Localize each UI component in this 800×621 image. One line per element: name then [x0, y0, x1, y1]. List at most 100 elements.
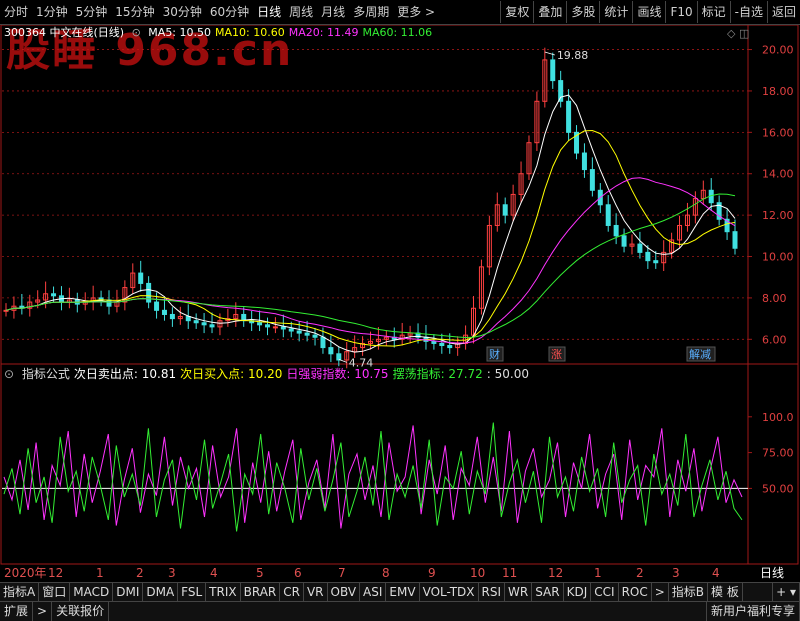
candle-body [605, 204, 611, 226]
indicator-tab[interactable]: OBV [328, 583, 361, 601]
toolbar-button[interactable]: 统计 [599, 1, 632, 23]
status-button[interactable]: 扩展 [0, 602, 34, 621]
indicator-tab[interactable]: RSI [479, 583, 506, 601]
dropdown-icon[interactable]: ⊙ [132, 26, 141, 39]
price-tick-label: 16.00 [762, 126, 794, 139]
candle-body [106, 299, 112, 307]
indicator-tab[interactable]: 窗口 [39, 583, 71, 601]
indicator-tick-label: 75.00 [762, 447, 794, 460]
candle-body [272, 326, 278, 329]
indicator-legend-item: 摆荡指标: 27.72 [392, 367, 483, 381]
event-marker-label: 涨 [551, 348, 562, 361]
indicator-tab[interactable]: SAR [532, 583, 564, 601]
price-tick-label: 6.00 [762, 333, 787, 346]
date-label: 9 [428, 566, 436, 580]
date-label: 11 [502, 566, 518, 580]
indicator-tab[interactable]: BRAR [241, 583, 281, 601]
top-toolbar: 分时 1分钟 5分钟 15分钟 30分钟 60分钟 日线 周线 月线 多周期 更多 > 复权 叠加 多股… [0, 0, 800, 25]
date-label: 4 [210, 566, 218, 580]
candle-body [154, 301, 160, 311]
ma60-line [5, 193, 736, 339]
indicator-tab[interactable]: 指标B [669, 583, 709, 601]
date-label: 1 [96, 566, 104, 580]
indicator-legend-item: 次日卖出点: 10.81 [73, 367, 177, 381]
toolbar-button[interactable]: 多股 [566, 1, 599, 23]
toolbar-button[interactable]: 返回 [766, 1, 800, 23]
indicator-tab[interactable]: > [652, 583, 669, 601]
candle-body [645, 251, 651, 262]
candle-body [161, 309, 167, 315]
promo-link[interactable]: 新用户福利专享 [705, 602, 800, 621]
toolbar-button[interactable]: 叠加 [533, 1, 566, 23]
price-tick-label: 10.00 [762, 251, 794, 264]
candle-body [637, 243, 643, 253]
date-label: 6 [294, 566, 302, 580]
period-tab[interactable]: 分时 [0, 0, 32, 24]
indicator-tab[interactable]: DMA [143, 583, 179, 601]
period-tab[interactable]: 多周期 [349, 0, 393, 24]
ma-legend-item: MA60: 11.06 [362, 26, 433, 39]
indicator-tab[interactable]: DMI [113, 583, 144, 601]
period-right-label[interactable]: 日线 [760, 566, 784, 581]
candle-body [589, 169, 595, 191]
toolbar-button[interactable]: 标记 [696, 1, 730, 23]
stock-title: 300364 中文在线(日线) [4, 26, 125, 39]
status-button[interactable]: 关联报价 [52, 602, 110, 621]
candle-body [653, 260, 659, 264]
high-pointer [544, 51, 555, 56]
candle-body [328, 347, 334, 355]
period-tab[interactable]: 更多 > [393, 0, 439, 24]
price-tick-label: 12.00 [762, 209, 794, 222]
status-button[interactable]: > [33, 602, 53, 621]
chart-settings-icon[interactable]: ◇ ◫ [727, 27, 749, 40]
toolbar-button[interactable]: F10 [665, 1, 696, 23]
period-tab[interactable]: 月线 [317, 0, 349, 24]
candle-body [201, 322, 207, 326]
ma20-line [5, 177, 736, 344]
candle-body [169, 313, 175, 320]
period-tab[interactable]: 周线 [285, 0, 317, 24]
indicator-tab[interactable]: MACD [70, 583, 114, 601]
indicator-tab-bar: 指标A 窗口 MACD DMI DMA FSL TRIX BRAR CR VR OBV ASI EMV V… [0, 582, 800, 601]
candle-body [296, 330, 302, 334]
indicator-tab[interactable]: WR [505, 583, 533, 601]
indicator-tab[interactable]: 模 板 [708, 583, 743, 601]
event-marker-label: 解减 [689, 347, 711, 361]
candle-body [566, 100, 572, 133]
candle-body [138, 272, 144, 284]
period-tab[interactable]: 日线 [253, 0, 285, 24]
toolbar-button[interactable]: -自选 [729, 1, 767, 23]
price-tick-label: 20.00 [762, 44, 794, 57]
period-tab[interactable]: 60分钟 [206, 0, 253, 24]
indicator-legend-item: 指标公式 [21, 367, 70, 381]
indicator-tab[interactable]: CCI [591, 583, 619, 601]
indicator-tab[interactable]: KDJ [564, 583, 592, 601]
candle-body [550, 59, 556, 82]
period-tab[interactable]: 5分钟 [72, 0, 112, 24]
indicator-tab[interactable]: ASI [360, 583, 387, 601]
indicator-series-line [3, 422, 743, 532]
period-tab[interactable]: 15分钟 [111, 0, 158, 24]
indicator-tab[interactable]: EMV [386, 583, 420, 601]
ma-legend-item: MA20: 11.49 [288, 26, 359, 39]
toolbar-button[interactable]: 画线 [632, 1, 665, 23]
candle-body [336, 353, 342, 361]
date-label: 1 [594, 566, 602, 580]
add-tab-button[interactable]: + ▾ [772, 583, 800, 601]
indicator-dropdown-icon[interactable]: ⊙ [4, 367, 14, 381]
period-tab[interactable]: 30分钟 [159, 0, 206, 24]
indicator-tab[interactable]: FSL [178, 583, 207, 601]
date-label: 10 [470, 566, 486, 580]
chart-frame [0, 25, 799, 565]
indicator-tab[interactable]: CR [280, 583, 304, 601]
indicator-tab[interactable]: 指标A [0, 583, 40, 601]
indicator-tab[interactable]: TRIX [206, 583, 241, 601]
chart-canvas[interactable]: 20.00 18.00 16.00 14.00 12.00 10.00 8.00 6.00 19… [0, 25, 799, 565]
candle-body [621, 235, 627, 247]
indicator-tab[interactable]: VOL-TDX [420, 583, 479, 601]
period-tab[interactable]: 1分钟 [32, 0, 72, 24]
indicator-tab[interactable]: VR [304, 583, 328, 601]
indicator-tab[interactable]: ROC [619, 583, 652, 601]
ma-legend-item: MA10: 10.60 [215, 26, 285, 39]
toolbar-button[interactable]: 复权 [500, 1, 533, 23]
